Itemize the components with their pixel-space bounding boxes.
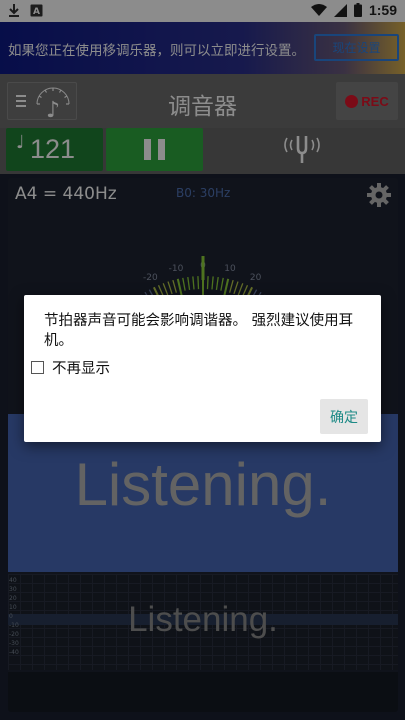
app-root: A 1:59 如果您正在使用移调乐器，则可以立即进行设置。 现在设置 ♪ 调音器… — [0, 0, 405, 720]
dont-show-again-option[interactable]: 不再显示 — [31, 357, 110, 378]
dialog-message: 节拍器声音可能会影响调谐器。 强烈建议使用耳机。 — [44, 313, 354, 349]
ok-button[interactable]: 确定 — [320, 399, 368, 434]
dont-show-again-checkbox[interactable] — [31, 361, 44, 374]
dont-show-again-label: 不再显示 — [52, 361, 110, 377]
headphone-warning-dialog: 节拍器声音可能会影响调谐器。 强烈建议使用耳机。 不再显示 确定 — [24, 295, 381, 442]
